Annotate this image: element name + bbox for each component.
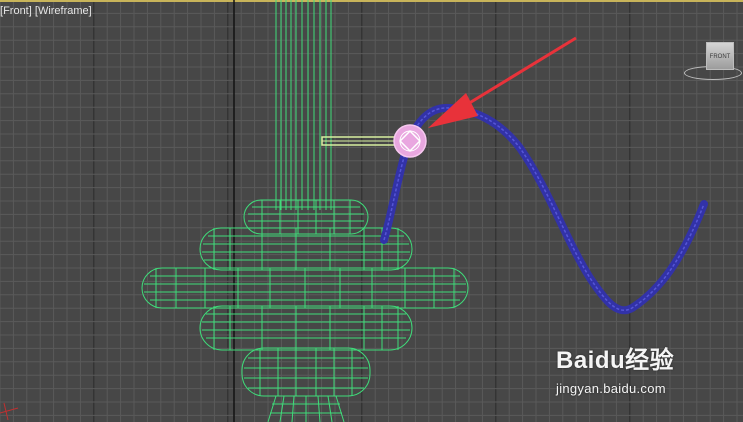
viewport-mode-label[interactable]: [Wireframe] [35,5,92,17]
watermark-brand: Baidu经验 [556,347,675,374]
watermark-url: jingyan.baidu.com [556,381,666,396]
viewcube[interactable]: FRONT [706,42,734,70]
viewport-label[interactable]: [Front] [Wireframe] [0,5,92,17]
pink-gizmo[interactable] [393,124,427,158]
viewcube-front-face[interactable]: FRONT [707,43,733,71]
viewport-view-label[interactable]: [Front] [0,5,32,17]
watermark: Baidu经验 jingyan.baidu.com [556,340,674,396]
front-viewport[interactable]: [Front] [Wireframe] FRONT Baidu经验 jingya… [0,0,743,422]
